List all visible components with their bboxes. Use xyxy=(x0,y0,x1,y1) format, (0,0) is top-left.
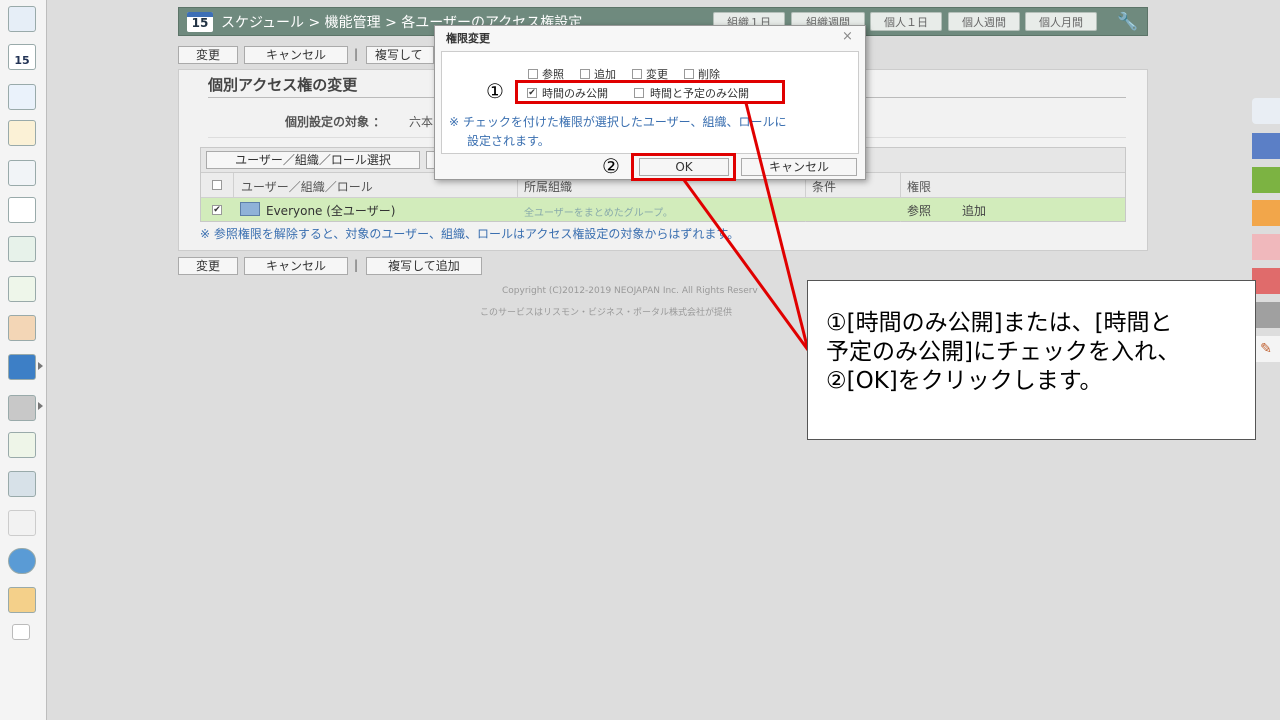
callout-line: 予定のみ公開]にチェックを入れ、 xyxy=(826,339,1181,365)
instruction-callout: ①[時間のみ公開]または、[時間と 予定のみ公開]にチェックを入れ、 ②[OK]… xyxy=(807,280,1256,440)
pointer-line-2 xyxy=(682,179,810,351)
pointer-line-1 xyxy=(744,102,810,351)
callout-line: ②[OK]をクリックします。 xyxy=(826,368,1103,394)
callout-line: ①[時間のみ公開]または、[時間と xyxy=(826,310,1173,336)
